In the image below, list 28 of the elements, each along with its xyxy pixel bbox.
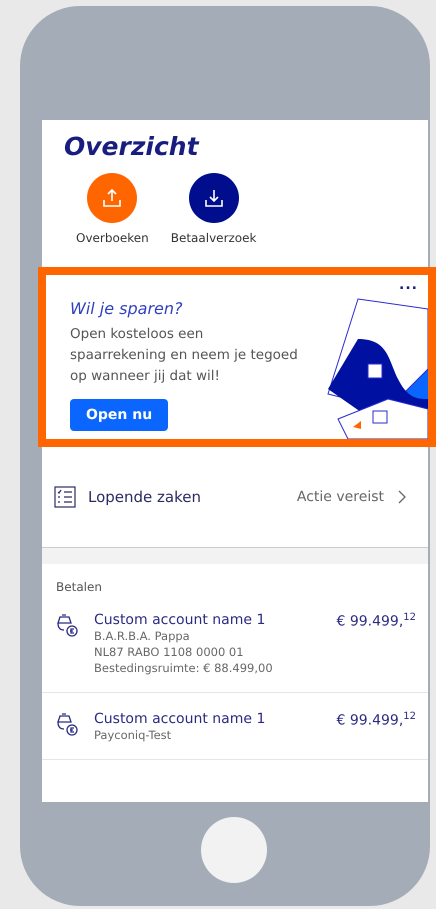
account-balance: € 99.499,$^{12}$ — [336, 612, 416, 632]
tasks-label: Lopende zaken — [88, 488, 202, 506]
wallet-euro-icon — [54, 612, 80, 638]
quick-action-button[interactable]: Overboeken — [76, 173, 149, 245]
account-detail: Bestedingsruimte: € 88.499,00 — [94, 660, 274, 676]
account-detail: B.A.R.B.A. Pappa — [94, 628, 191, 644]
quick-action-button[interactable]: Betaalverzoek — [170, 173, 256, 245]
tasks-status: Actie vereist — [296, 489, 384, 505]
wallet-euro-icon — [54, 711, 80, 737]
section-title: Betalen — [56, 580, 103, 594]
account-row[interactable]: Custom account name 1 B.A.R.B.A. Pappa NL87 RABO 1108 0000 01 Bestedingsruimte: € 88.499,00 € 99.499,$^{12}$ — [42, 594, 428, 693]
account-row[interactable]: Custom account name 1 Payconiq-Test € 99.499,$^{12}$ — [42, 693, 428, 760]
page-title: Overzicht — [64, 132, 200, 161]
open-button[interactable]: Open nu — [70, 399, 168, 431]
action-label: Overboeken — [76, 231, 149, 245]
download-icon — [204, 188, 224, 208]
chevron-right-icon — [398, 490, 406, 504]
account-name: Custom account name 1 — [94, 711, 266, 727]
promo-text: Open kosteloos een spaarrekening en neem je tegoed op wanneer jij dat wil! — [70, 325, 298, 386]
upload-icon — [102, 188, 122, 208]
action-label: Betaalverzoek — [170, 231, 256, 245]
account-name: Custom account name 1 — [94, 612, 266, 628]
promo-title: Wil je sparen? — [70, 299, 184, 318]
account-balance: € 99.499,$^{12}$ — [336, 711, 416, 731]
account-detail: NL87 RABO 1108 0000 01 — [94, 644, 245, 660]
account-detail: Payconiq-Test — [94, 727, 172, 743]
more-button[interactable]: ... — [399, 277, 418, 293]
checklist-icon — [54, 486, 76, 508]
